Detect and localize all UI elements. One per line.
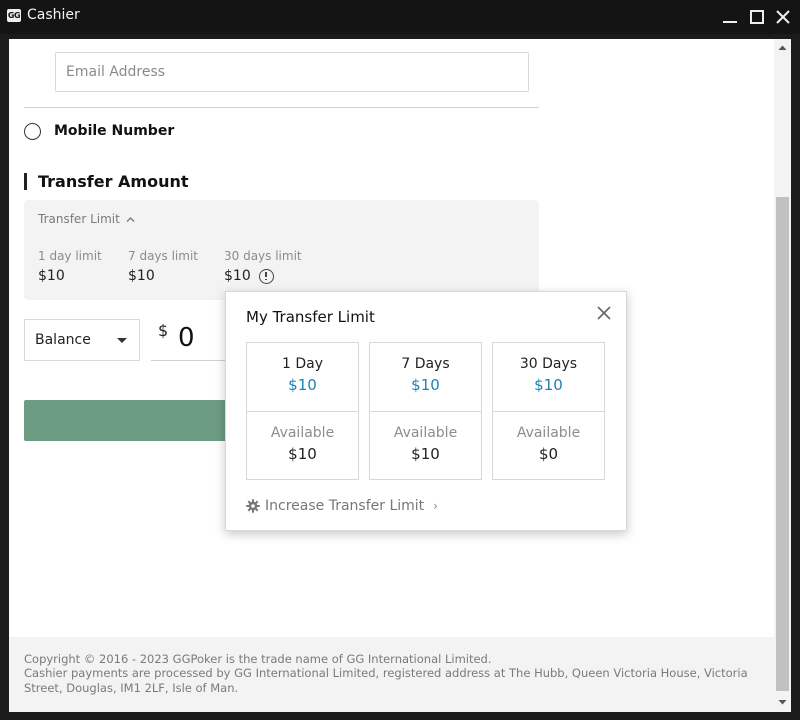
card-limit: $10 — [411, 376, 440, 394]
limit-label: 7 days limit — [128, 249, 198, 263]
close-window-icon[interactable] — [772, 6, 794, 28]
card-period: 30 Days — [519, 356, 578, 372]
currency-symbol: $ — [158, 321, 169, 340]
app-logo: GG — [7, 9, 21, 22]
card-limit: $10 — [288, 376, 317, 394]
card-available-value: $10 — [411, 445, 440, 463]
chevron-up-icon — [126, 216, 135, 222]
chevron-right-icon: › — [433, 499, 438, 513]
transfer-limit-toggle-label: Transfer Limit — [38, 212, 120, 226]
limit-card-30-days: 30 Days $10 Available $0 — [492, 342, 605, 480]
increase-transfer-limit-link[interactable]: Increase Transfer Limit › — [246, 498, 438, 514]
close-icon[interactable] — [595, 304, 613, 322]
window-title: Cashier — [27, 7, 80, 23]
caret-down-icon — [117, 337, 127, 343]
limit-card-7-days: 7 Days $10 Available $10 — [369, 342, 482, 480]
mobile-number-radio[interactable] — [24, 123, 41, 140]
limit-card-1-day: 1 Day $10 Available $10 — [246, 342, 359, 480]
transfer-limit-panel: Transfer Limit 1 day limit $10 7 days li… — [24, 200, 539, 300]
email-field[interactable] — [55, 52, 529, 92]
limit-value: $10 — [128, 268, 155, 284]
info-icon[interactable] — [258, 268, 274, 284]
popover-title: My Transfer Limit — [246, 308, 375, 326]
limit-label: 1 day limit — [38, 249, 102, 263]
limit-7-days: 7 days limit $10 — [128, 249, 198, 284]
section-title: Transfer Amount — [38, 172, 189, 191]
card-available-label: Available — [516, 425, 581, 441]
limit-value: $10 — [224, 268, 251, 284]
mobile-number-label[interactable]: Mobile Number — [54, 123, 174, 139]
scroll-down-arrow-icon[interactable] — [774, 695, 791, 709]
divider — [24, 107, 539, 108]
limit-1-day: 1 day limit $10 — [38, 249, 102, 284]
card-available-value: $10 — [288, 445, 317, 463]
footer: Copyright © 2016 - 2023 GGPoker is the t… — [9, 637, 774, 712]
limit-30-days: 30 days limit $10 — [224, 249, 302, 284]
balance-select-value: Balance — [35, 332, 91, 348]
title-bar: GG Cashier — [0, 0, 800, 34]
maximize-icon[interactable] — [746, 6, 768, 28]
scrollbar[interactable] — [774, 39, 791, 712]
card-period: 7 Days — [401, 356, 450, 372]
copyright-text: Copyright © 2016 - 2023 GGPoker is the t… — [24, 652, 492, 666]
transfer-limit-popover: My Transfer Limit 1 Day $10 Available $1… — [225, 291, 627, 531]
card-available-label: Available — [270, 425, 335, 441]
card-available-value: $0 — [538, 445, 559, 463]
scrollbar-thumb[interactable] — [776, 197, 789, 691]
minimize-icon[interactable] — [719, 6, 741, 28]
card-period: 1 Day — [281, 356, 323, 372]
card-limit: $10 — [534, 376, 563, 394]
scroll-up-arrow-icon[interactable] — [774, 41, 791, 55]
card-available-label: Available — [393, 425, 458, 441]
increase-transfer-limit-label: Increase Transfer Limit — [265, 498, 425, 514]
limit-value: $10 — [38, 268, 65, 284]
gear-icon — [246, 499, 260, 513]
transfer-limit-toggle[interactable]: Transfer Limit — [38, 212, 135, 226]
section-marker — [24, 173, 27, 190]
limit-label: 30 days limit — [224, 249, 302, 263]
balance-select[interactable]: Balance — [24, 319, 140, 361]
processor-text: Cashier payments are processed by GG Int… — [24, 666, 748, 695]
amount-value: 0 — [178, 323, 195, 353]
